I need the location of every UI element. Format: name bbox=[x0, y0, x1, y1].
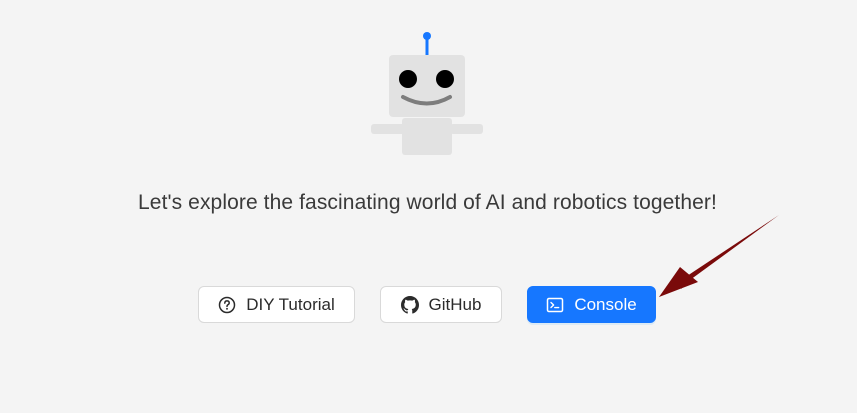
github-button[interactable]: GitHub bbox=[380, 286, 502, 323]
question-circle-icon bbox=[218, 296, 236, 314]
annotation-arrow bbox=[659, 215, 779, 297]
landing-page: Let's explore the fascinating world of A… bbox=[0, 0, 857, 413]
console-button[interactable]: Console bbox=[527, 286, 656, 323]
terminal-icon bbox=[546, 296, 564, 314]
diy-tutorial-label: DIY Tutorial bbox=[246, 294, 335, 314]
console-label: Console bbox=[574, 294, 637, 314]
github-icon bbox=[400, 295, 419, 314]
robot-mascot-illustration bbox=[371, 32, 483, 155]
github-label: GitHub bbox=[428, 294, 482, 314]
diy-tutorial-button[interactable]: DIY Tutorial bbox=[198, 286, 355, 323]
